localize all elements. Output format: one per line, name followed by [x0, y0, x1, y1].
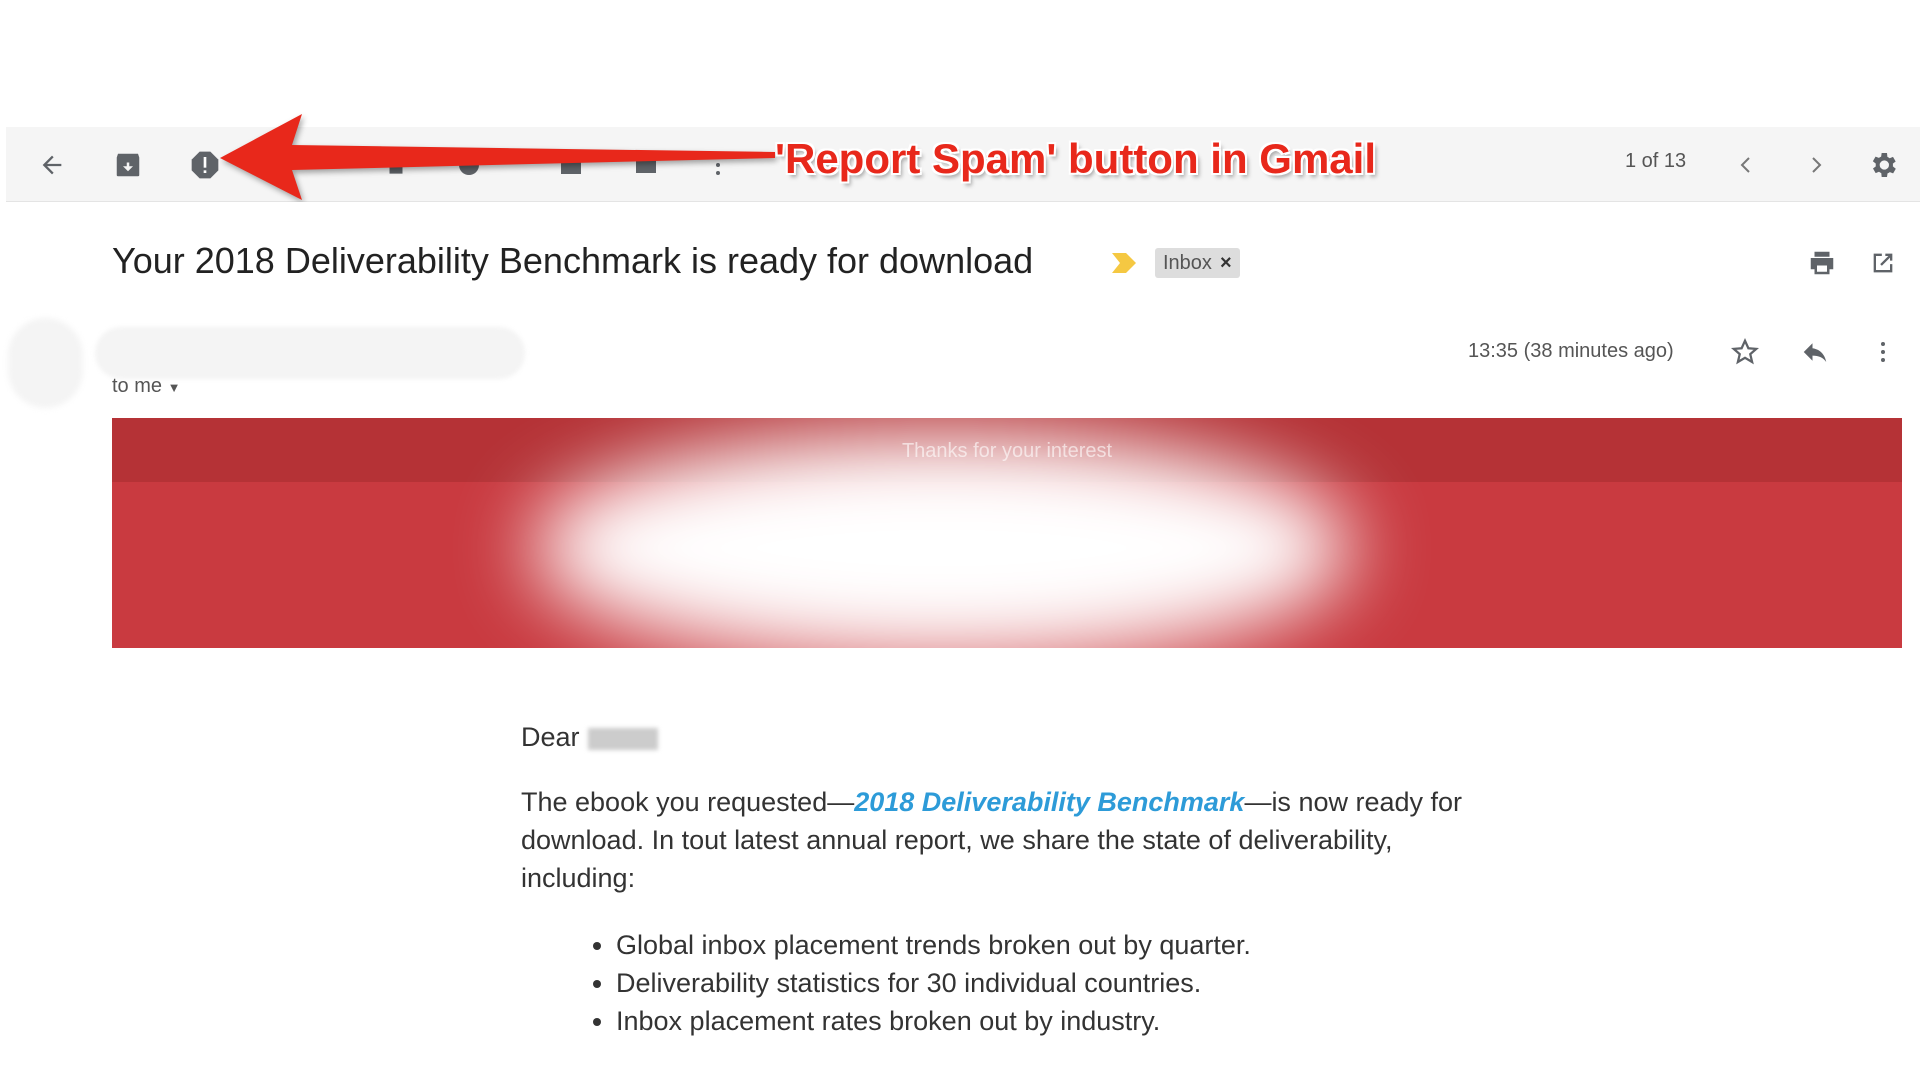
more-options-icon[interactable]	[1863, 332, 1903, 372]
recipient-dropdown[interactable]: to me ▼	[112, 375, 180, 398]
sender-avatar	[8, 318, 83, 408]
print-icon[interactable]	[1802, 243, 1842, 283]
caret-down-icon: ▼	[167, 380, 181, 395]
label-inbox: Inbox ×	[1155, 248, 1240, 278]
remove-label-icon[interactable]: ×	[1220, 252, 1232, 275]
email-banner-image: Thanks for your interest	[112, 418, 1902, 648]
report-spam-icon[interactable]	[185, 145, 225, 185]
gear-icon[interactable]	[1863, 145, 1903, 185]
annotation-arrow	[220, 114, 775, 200]
open-in-new-window-icon[interactable]	[1863, 243, 1903, 283]
greeting-text: Dear	[521, 722, 580, 752]
chevron-left-icon[interactable]	[1726, 145, 1766, 185]
importance-marker-icon[interactable]	[1110, 251, 1140, 275]
back-arrow-icon[interactable]	[32, 145, 72, 185]
email-subject: Your 2018 Deliverability Benchmark is re…	[112, 240, 1034, 281]
greeting: Dear	[521, 718, 658, 756]
annotation-callout: 'Report Spam' button in Gmail	[775, 135, 1376, 182]
sender-name-redacted	[95, 327, 525, 379]
paragraph-text: The ebook you requested—	[521, 787, 855, 817]
list-item: Inbox placement rates broken out by indu…	[616, 1002, 1251, 1040]
benchmark-link[interactable]: 2018 Deliverability Benchmark	[854, 787, 1244, 817]
recipient-name-redacted	[587, 727, 658, 750]
email-timestamp: 13:35 (38 minutes ago)	[1468, 340, 1674, 362]
bullet-list: Global inbox placement trends broken out…	[590, 926, 1251, 1040]
label-text: Inbox	[1163, 251, 1212, 274]
list-item: Global inbox placement trends broken out…	[616, 926, 1251, 964]
recipient-text: to me	[112, 375, 163, 397]
page-counter: 1 of 13	[1625, 150, 1687, 172]
reply-icon[interactable]	[1795, 332, 1835, 372]
email-paragraph: The ebook you requested—2018 Deliverabil…	[521, 783, 1511, 897]
archive-icon[interactable]	[108, 145, 148, 185]
list-item: Deliverability statistics for 30 individ…	[616, 964, 1251, 1002]
chevron-right-icon[interactable]	[1796, 145, 1836, 185]
star-icon[interactable]	[1725, 332, 1765, 372]
